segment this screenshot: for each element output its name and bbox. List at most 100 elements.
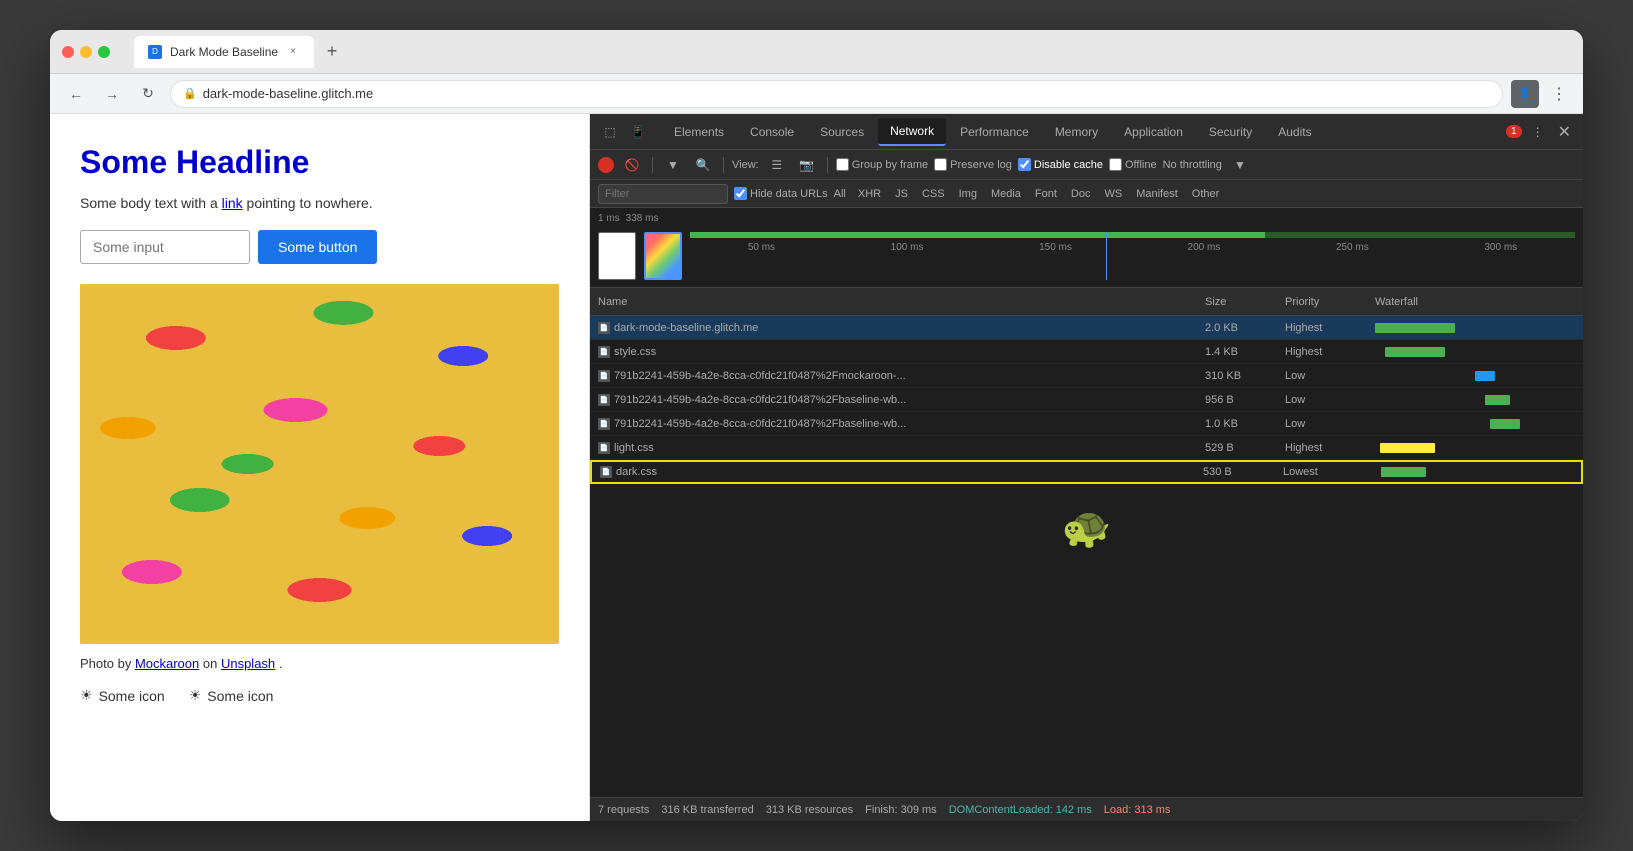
filter-ws[interactable]: WS: [1098, 187, 1128, 201]
file-icon-2: 📄: [598, 346, 610, 358]
ms-100: 100 ms: [891, 242, 924, 253]
filter-xhr[interactable]: XHR: [852, 187, 887, 201]
tab-bar: D Dark Mode Baseline × +: [134, 36, 346, 68]
candy-image: [80, 284, 559, 644]
tab-console[interactable]: Console: [738, 118, 806, 146]
view-screenshot-btn[interactable]: 📷: [795, 153, 819, 177]
row-priority-6: Highest: [1285, 442, 1375, 454]
filter-css[interactable]: CSS: [916, 187, 951, 201]
tab-memory[interactable]: Memory: [1043, 118, 1110, 146]
row-waterfall-3: [1375, 371, 1575, 381]
row-priority-3: Low: [1285, 370, 1375, 382]
filter-btn[interactable]: ▼: [661, 153, 685, 177]
reload-button[interactable]: ↻: [134, 80, 162, 108]
tab-close-button[interactable]: ×: [286, 45, 300, 59]
filter-manifest[interactable]: Manifest: [1130, 187, 1184, 201]
table-row-highlighted[interactable]: 📄 dark.css 530 B Lowest: [590, 460, 1583, 484]
tab-elements[interactable]: Elements: [662, 118, 736, 146]
hide-data-urls-label: Hide data URLs: [734, 187, 828, 200]
some-button[interactable]: Some button: [258, 230, 377, 264]
table-row[interactable]: 📄 791b2241-459b-4a2e-8cca-c0fdc21f0487%2…: [590, 412, 1583, 436]
icon-item-1: ☀ Some icon: [80, 687, 165, 704]
col-name-header: Name: [598, 296, 1205, 308]
devtools-close-btn[interactable]: ✕: [1554, 122, 1575, 142]
filter-input[interactable]: [598, 184, 728, 204]
file-icon-7: 📄: [600, 466, 612, 478]
group-by-frame-label: Group by frame: [836, 158, 928, 171]
tab-network[interactable]: Network: [878, 118, 946, 146]
minimize-traffic-light[interactable]: [80, 46, 92, 58]
row-waterfall-4: [1375, 395, 1575, 405]
menu-button[interactable]: ⋮: [1547, 84, 1571, 104]
row-priority-5: Low: [1285, 418, 1375, 430]
file-icon-1: 📄: [598, 322, 610, 334]
page-headline: Some Headline: [80, 144, 559, 181]
filter-font[interactable]: Font: [1029, 187, 1063, 201]
filter-js[interactable]: JS: [889, 187, 914, 201]
view-list-btn[interactable]: ☰: [765, 153, 789, 177]
more-options-btn[interactable]: ⋮: [1526, 120, 1550, 144]
disable-cache-label: Disable cache: [1018, 158, 1103, 171]
wf-bar-5: [1490, 419, 1520, 429]
table-row[interactable]: 📄 light.css 529 B Highest: [590, 436, 1583, 460]
row-name-7: 📄 dark.css: [600, 466, 1203, 478]
clear-btn[interactable]: 🚫: [620, 153, 644, 177]
filter-other[interactable]: Other: [1186, 187, 1226, 201]
filter-doc[interactable]: Doc: [1065, 187, 1097, 201]
offline-checkbox[interactable]: [1109, 158, 1122, 171]
network-toolbar: 🚫 ▼ 🔍 View: ☰ 📷 Group by frame Preserve …: [590, 150, 1583, 180]
table-row[interactable]: 📄 791b2241-459b-4a2e-8cca-c0fdc21f0487%2…: [590, 388, 1583, 412]
filter-media[interactable]: Media: [985, 187, 1027, 201]
filter-img[interactable]: Img: [953, 187, 983, 201]
tab-audits[interactable]: Audits: [1266, 118, 1323, 146]
row-name-4: 📄 791b2241-459b-4a2e-8cca-c0fdc21f0487%2…: [598, 394, 1205, 406]
table-row[interactable]: 📄 dark-mode-baseline.glitch.me 2.0 KB Hi…: [590, 316, 1583, 340]
ms-150: 150 ms: [1039, 242, 1072, 253]
body-text: Some body text with a link pointing to n…: [80, 193, 559, 214]
new-tab-button[interactable]: +: [318, 38, 346, 66]
device-toolbar-btn[interactable]: 📱: [626, 120, 650, 144]
tab-sources[interactable]: Sources: [808, 118, 876, 146]
error-badge: 1: [1506, 125, 1522, 138]
close-traffic-light[interactable]: [62, 46, 74, 58]
view-label: View:: [732, 159, 759, 171]
some-input[interactable]: [80, 230, 250, 264]
inspect-element-btn[interactable]: ⬚: [598, 120, 622, 144]
file-icon-6: 📄: [598, 442, 610, 454]
body-link[interactable]: link: [222, 195, 243, 211]
forward-button[interactable]: →: [98, 80, 126, 108]
table-row[interactable]: 📄 style.css 1.4 KB Highest: [590, 340, 1583, 364]
mockaroon-link[interactable]: Mockaroon: [135, 656, 199, 671]
timeline-thumb-blank: [598, 232, 636, 280]
row-waterfall-5: [1375, 419, 1575, 429]
timeline-thumb-screenshot[interactable]: [644, 232, 682, 280]
row-name-3: 📄 791b2241-459b-4a2e-8cca-c0fdc21f0487%2…: [598, 370, 1205, 382]
col-waterfall-header: Waterfall: [1375, 296, 1575, 308]
maximize-traffic-light[interactable]: [98, 46, 110, 58]
throttling-dropdown[interactable]: ▼: [1228, 153, 1252, 177]
tab-performance[interactable]: Performance: [948, 118, 1041, 146]
body-text-after: pointing to nowhere.: [247, 195, 373, 211]
url-bar[interactable]: 🔒 dark-mode-baseline.glitch.me: [170, 80, 1503, 108]
offline-label: Offline: [1109, 158, 1157, 171]
separator-3: [827, 157, 828, 173]
status-transferred: 316 KB transferred: [661, 804, 753, 816]
search-btn[interactable]: 🔍: [691, 153, 715, 177]
wf-bar-4: [1485, 395, 1510, 405]
table-row[interactable]: 📄 791b2241-459b-4a2e-8cca-c0fdc21f0487%2…: [590, 364, 1583, 388]
record-button[interactable]: [598, 157, 614, 173]
hide-data-urls-checkbox[interactable]: [734, 187, 747, 200]
group-by-frame-checkbox[interactable]: [836, 158, 849, 171]
wf-bar-1: [1375, 323, 1455, 333]
timeline-ms-338: 338 ms: [626, 213, 659, 224]
tab-application[interactable]: Application: [1112, 118, 1195, 146]
preserve-log-checkbox[interactable]: [934, 158, 947, 171]
status-resources: 313 KB resources: [766, 804, 853, 816]
profile-icon[interactable]: 👤: [1511, 80, 1539, 108]
unsplash-link[interactable]: Unsplash: [221, 656, 275, 671]
back-button[interactable]: ←: [62, 80, 90, 108]
wf-bar-2: [1385, 347, 1445, 357]
active-tab[interactable]: D Dark Mode Baseline ×: [134, 36, 314, 68]
disable-cache-checkbox[interactable]: [1018, 158, 1031, 171]
tab-security[interactable]: Security: [1197, 118, 1264, 146]
